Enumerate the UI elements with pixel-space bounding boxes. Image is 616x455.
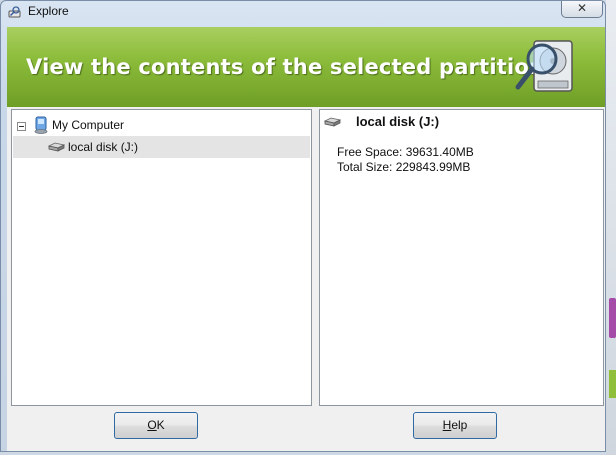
close-button[interactable]: ✕ [561,1,603,18]
ok-label: K [156,418,165,432]
collapse-toggle[interactable] [17,122,26,131]
tree-item-my-computer[interactable]: My Computer [12,114,309,136]
desktop-item [609,298,616,338]
banner-title: View the contents of the selected partit… [26,55,545,79]
header-banner: View the contents of the selected partit… [7,27,605,107]
computer-icon [34,116,48,134]
details-title: local disk (J:) [356,114,440,129]
explore-dialog: Explore ✕ View the contents of the selec… [0,0,606,452]
drive-icon [323,117,341,127]
title-bar: Explore ✕ [1,1,605,23]
help-button[interactable]: Help [413,412,497,439]
close-icon: ✕ [576,1,588,15]
help-label: elp [451,418,468,432]
app-icon [8,5,22,19]
ok-button[interactable]: OK [114,412,198,439]
total-size-text: Total Size: 229843.99MB [337,160,471,174]
tree-item-local-disk[interactable]: local disk (J:) [13,136,310,158]
window-title: Explore [28,4,69,18]
desktop-item [609,370,616,398]
free-space-text: Free Space: 39631.40MB [337,145,474,159]
hard-disk-magnifier-icon [515,40,573,92]
dialog-body: View the contents of the selected partit… [7,27,605,451]
drive-icon [47,142,65,152]
partition-details: local disk (J:) Free Space: 39631.40MB T… [319,109,604,406]
tree-item-label: local disk (J:) [68,140,139,154]
desktop-background [606,0,616,455]
tree-item-label: My Computer [52,118,125,132]
ok-mnemonic: O [147,418,157,432]
partition-tree[interactable]: My Computer local disk (J:) [11,109,312,406]
